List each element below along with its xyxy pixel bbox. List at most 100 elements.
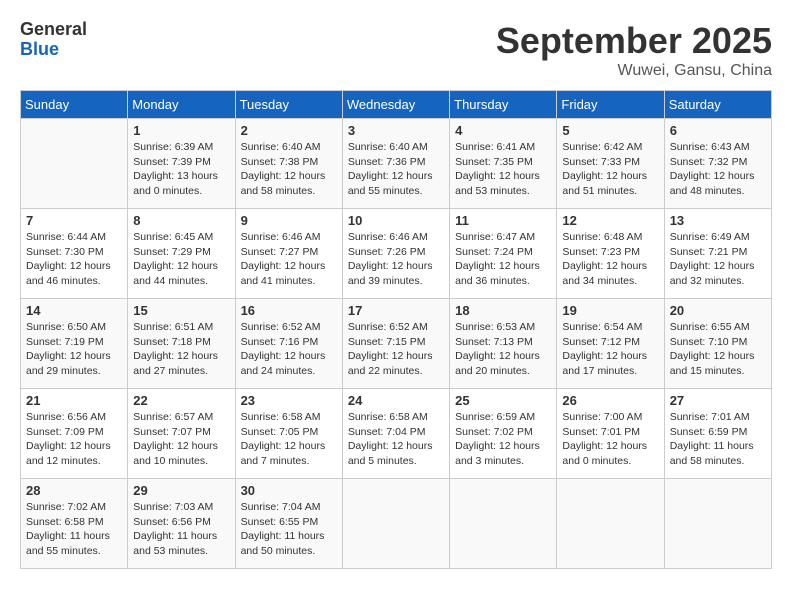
day-info: Sunrise: 6:44 AM Sunset: 7:30 PM Dayligh… [26, 230, 122, 289]
calendar-cell: 30 Sunrise: 7:04 AM Sunset: 6:55 PM Dayli… [235, 479, 342, 569]
calendar-cell: 4Sunrise: 6:41 AM Sunset: 7:35 PM Daylig… [450, 119, 557, 209]
calendar-cell: 17 Sunrise: 6:52 AM Sunset: 7:15 PM Dayli… [342, 299, 449, 389]
logo-text: General Blue [20, 20, 87, 60]
calendar-week-row: 21 Sunrise: 6:56 AM Sunset: 7:09 PM Dayli… [21, 389, 772, 479]
day-number: 17 [348, 303, 444, 318]
day-info: Sunrise: 6:59 AM Sunset: 7:02 PM Dayligh… [455, 410, 551, 469]
page-header: General Blue September 2025 Wuwei, Gansu… [20, 20, 772, 80]
calendar-cell: 5 Sunrise: 6:42 AM Sunset: 7:33 PM Daylig… [557, 119, 664, 209]
day-info: Sunrise: 6:58 AM Sunset: 7:05 PM Dayligh… [241, 410, 337, 469]
day-number: 22 [133, 393, 229, 408]
calendar-cell: 25 Sunrise: 6:59 AM Sunset: 7:02 PM Dayli… [450, 389, 557, 479]
calendar-cell: 7 Sunrise: 6:44 AM Sunset: 7:30 PM Daylig… [21, 209, 128, 299]
day-info: Sunrise: 6:47 AM Sunset: 7:24 PM Dayligh… [455, 230, 551, 289]
calendar-cell [21, 119, 128, 209]
day-number: 10 [348, 213, 444, 228]
calendar-cell: 12Sunrise: 6:48 AM Sunset: 7:23 PM Dayli… [557, 209, 664, 299]
day-number: 13 [670, 213, 766, 228]
day-number: 19 [562, 303, 658, 318]
location-subtitle: Wuwei, Gansu, China [496, 62, 772, 80]
calendar-cell: 23 Sunrise: 6:58 AM Sunset: 7:05 PM Dayli… [235, 389, 342, 479]
calendar-cell: 21 Sunrise: 6:56 AM Sunset: 7:09 PM Dayli… [21, 389, 128, 479]
day-number: 5 [562, 123, 658, 138]
day-info: Sunrise: 6:42 AM Sunset: 7:33 PM Dayligh… [562, 140, 658, 199]
calendar-cell: 20Sunrise: 6:55 AM Sunset: 7:10 PM Dayli… [664, 299, 771, 389]
day-info: Sunrise: 7:04 AM Sunset: 6:55 PM Dayligh… [241, 500, 337, 559]
day-info: Sunrise: 6:53 AM Sunset: 7:13 PM Dayligh… [455, 320, 551, 379]
day-number: 11 [455, 213, 551, 228]
calendar-cell: 18 Sunrise: 6:53 AM Sunset: 7:13 PM Dayli… [450, 299, 557, 389]
calendar-week-row: 1 Sunrise: 6:39 AM Sunset: 7:39 PM Daylig… [21, 119, 772, 209]
day-info: Sunrise: 7:03 AM Sunset: 6:56 PM Dayligh… [133, 500, 229, 559]
day-number: 25 [455, 393, 551, 408]
day-info: Sunrise: 6:52 AM Sunset: 7:15 PM Dayligh… [348, 320, 444, 379]
day-info: Sunrise: 6:49 AM Sunset: 7:21 PM Dayligh… [670, 230, 766, 289]
day-info: Sunrise: 6:56 AM Sunset: 7:09 PM Dayligh… [26, 410, 122, 469]
day-number: 1 [133, 123, 229, 138]
calendar-cell: 1 Sunrise: 6:39 AM Sunset: 7:39 PM Daylig… [128, 119, 235, 209]
day-header-wednesday: Wednesday [342, 91, 449, 119]
calendar-cell: 22 Sunrise: 6:57 AM Sunset: 7:07 PM Dayli… [128, 389, 235, 479]
day-number: 12 [562, 213, 658, 228]
day-number: 29 [133, 483, 229, 498]
day-info: Sunrise: 7:02 AM Sunset: 6:58 PM Dayligh… [26, 500, 122, 559]
calendar-cell: 27 Sunrise: 7:01 AM Sunset: 6:59 PM Dayli… [664, 389, 771, 479]
day-number: 14 [26, 303, 122, 318]
calendar-cell [450, 479, 557, 569]
day-info: Sunrise: 6:51 AM Sunset: 7:18 PM Dayligh… [133, 320, 229, 379]
calendar-cell: 2 Sunrise: 6:40 AM Sunset: 7:38 PM Daylig… [235, 119, 342, 209]
day-info: Sunrise: 6:55 AM Sunset: 7:10 PM Dayligh… [670, 320, 766, 379]
day-number: 15 [133, 303, 229, 318]
day-number: 27 [670, 393, 766, 408]
calendar-header-row: SundayMondayTuesdayWednesdayThursdayFrid… [21, 91, 772, 119]
calendar-cell [342, 479, 449, 569]
calendar-cell: 10 Sunrise: 6:46 AM Sunset: 7:26 PM Dayli… [342, 209, 449, 299]
calendar-cell: 9 Sunrise: 6:46 AM Sunset: 7:27 PM Daylig… [235, 209, 342, 299]
day-number: 8 [133, 213, 229, 228]
calendar-cell: 13 Sunrise: 6:49 AM Sunset: 7:21 PM Dayli… [664, 209, 771, 299]
calendar-cell: 15 Sunrise: 6:51 AM Sunset: 7:18 PM Dayli… [128, 299, 235, 389]
calendar-cell: 29 Sunrise: 7:03 AM Sunset: 6:56 PM Dayli… [128, 479, 235, 569]
day-info: Sunrise: 6:43 AM Sunset: 7:32 PM Dayligh… [670, 140, 766, 199]
calendar-table: SundayMondayTuesdayWednesdayThursdayFrid… [20, 90, 772, 569]
day-number: 2 [241, 123, 337, 138]
day-number: 24 [348, 393, 444, 408]
day-number: 7 [26, 213, 122, 228]
calendar-week-row: 28Sunrise: 7:02 AM Sunset: 6:58 PM Dayli… [21, 479, 772, 569]
day-info: Sunrise: 6:41 AM Sunset: 7:35 PM Dayligh… [455, 140, 551, 199]
calendar-week-row: 7 Sunrise: 6:44 AM Sunset: 7:30 PM Daylig… [21, 209, 772, 299]
day-header-saturday: Saturday [664, 91, 771, 119]
day-info: Sunrise: 6:58 AM Sunset: 7:04 PM Dayligh… [348, 410, 444, 469]
day-header-sunday: Sunday [21, 91, 128, 119]
day-info: Sunrise: 6:46 AM Sunset: 7:27 PM Dayligh… [241, 230, 337, 289]
calendar-cell: 14Sunrise: 6:50 AM Sunset: 7:19 PM Dayli… [21, 299, 128, 389]
logo: General Blue [20, 20, 87, 60]
day-number: 16 [241, 303, 337, 318]
day-header-tuesday: Tuesday [235, 91, 342, 119]
day-number: 30 [241, 483, 337, 498]
calendar-cell: 24 Sunrise: 6:58 AM Sunset: 7:04 PM Dayli… [342, 389, 449, 479]
day-info: Sunrise: 7:01 AM Sunset: 6:59 PM Dayligh… [670, 410, 766, 469]
day-info: Sunrise: 6:57 AM Sunset: 7:07 PM Dayligh… [133, 410, 229, 469]
day-info: Sunrise: 6:40 AM Sunset: 7:38 PM Dayligh… [241, 140, 337, 199]
day-number: 9 [241, 213, 337, 228]
day-info: Sunrise: 6:45 AM Sunset: 7:29 PM Dayligh… [133, 230, 229, 289]
day-header-monday: Monday [128, 91, 235, 119]
day-number: 18 [455, 303, 551, 318]
calendar-cell: 28Sunrise: 7:02 AM Sunset: 6:58 PM Dayli… [21, 479, 128, 569]
day-header-friday: Friday [557, 91, 664, 119]
day-number: 21 [26, 393, 122, 408]
day-info: Sunrise: 6:54 AM Sunset: 7:12 PM Dayligh… [562, 320, 658, 379]
title-section: September 2025 Wuwei, Gansu, China [496, 20, 772, 80]
day-info: Sunrise: 6:39 AM Sunset: 7:39 PM Dayligh… [133, 140, 229, 199]
day-info: Sunrise: 7:00 AM Sunset: 7:01 PM Dayligh… [562, 410, 658, 469]
day-number: 26 [562, 393, 658, 408]
calendar-cell: 16Sunrise: 6:52 AM Sunset: 7:16 PM Dayli… [235, 299, 342, 389]
calendar-cell: 6 Sunrise: 6:43 AM Sunset: 7:32 PM Daylig… [664, 119, 771, 209]
calendar-week-row: 14Sunrise: 6:50 AM Sunset: 7:19 PM Dayli… [21, 299, 772, 389]
day-number: 6 [670, 123, 766, 138]
logo-blue: Blue [20, 40, 87, 60]
day-info: Sunrise: 6:46 AM Sunset: 7:26 PM Dayligh… [348, 230, 444, 289]
day-number: 23 [241, 393, 337, 408]
calendar-cell [557, 479, 664, 569]
